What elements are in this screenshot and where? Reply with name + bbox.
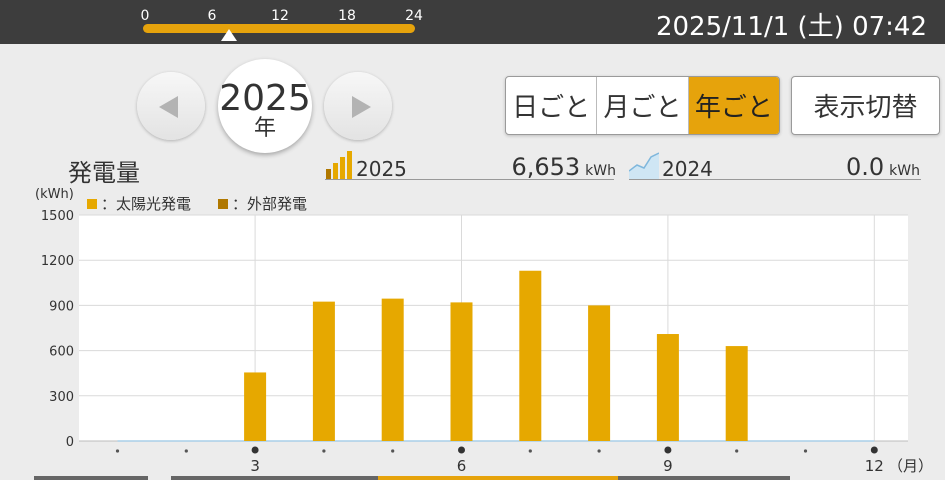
x-tick-dot: [251, 446, 259, 454]
compare-year-label: 2024: [662, 157, 713, 181]
generation-bar-chart: 0 300 600 900 1200 1500 3 6 9 12 （月）: [41, 209, 933, 475]
compare-year-total: 0.0 kWh: [760, 153, 920, 181]
x-tick-dot: [803, 449, 808, 453]
x-tick-dot: [870, 446, 878, 454]
next-year-button[interactable]: [324, 72, 392, 140]
page-title: 発電量: [68, 159, 140, 187]
bar-solar: [725, 346, 748, 441]
year-display: 2025 年: [218, 59, 312, 153]
x-tick-label: 12: [865, 457, 884, 475]
plot-area: [79, 215, 908, 441]
x-tick-dot: [735, 449, 739, 453]
right-arrow-icon: [352, 96, 371, 118]
x-tick-dot: [322, 449, 326, 453]
compare-year-value: 0.0: [846, 153, 885, 181]
bar-solar: [588, 305, 611, 441]
bar-solar: [519, 270, 542, 441]
x-axis-unit-label: （月）: [888, 457, 933, 475]
time-progress-track[interactable]: [143, 24, 415, 33]
time-tick-label: 18: [338, 8, 356, 24]
x-tick-label: 3: [250, 457, 260, 475]
bar-solar: [450, 302, 473, 441]
bar-solar: [381, 298, 404, 441]
year-number: 2025: [219, 78, 311, 119]
time-tick-label: 12: [271, 8, 289, 24]
bar-solar: [244, 372, 267, 441]
tab-monthly[interactable]: 月ごと: [597, 77, 689, 134]
current-datetime: 2025/11/1 (土) 07:42: [655, 12, 927, 42]
x-tick-label: 9: [663, 457, 673, 475]
y-tick-label: 600: [49, 345, 74, 360]
time-tick-label: 24: [405, 8, 423, 24]
previous-year-button[interactable]: [137, 72, 205, 140]
x-tick-dot: [528, 449, 532, 453]
bar-solar: [312, 301, 335, 441]
y-tick-label: 900: [49, 299, 74, 314]
y-tick-label: 1500: [41, 209, 74, 224]
x-tick-dot: [597, 449, 601, 453]
current-year-total: 6,653 kWh: [460, 153, 616, 181]
x-tick-dot: [664, 446, 672, 454]
year-unit: 年: [253, 116, 276, 141]
top-bar: 0 6 12 18 24 2025/11/1 (土) 07:42: [0, 0, 945, 44]
display-switch-button[interactable]: 表示切替: [791, 76, 940, 135]
y-tick-label: 1200: [41, 254, 74, 269]
left-arrow-icon: [159, 96, 178, 118]
y-tick-label: 0: [66, 435, 74, 450]
y-tick-label: 300: [49, 390, 74, 405]
x-tick-dot: [391, 449, 395, 453]
time-tick-label: 0: [140, 8, 150, 24]
unit-label: kWh: [889, 163, 920, 179]
bar-chart-icon: [326, 151, 352, 179]
x-tick-dot: [115, 449, 120, 453]
time-marker-icon[interactable]: [221, 29, 237, 41]
unit-label: kWh: [585, 163, 616, 179]
view-mode-tabs: 日ごと 月ごと 年ごと: [505, 76, 780, 135]
tab-daily[interactable]: 日ごと: [506, 77, 598, 134]
current-year-label: 2025: [356, 157, 407, 181]
x-tick-dot: [184, 449, 188, 453]
current-year-value: 6,653: [511, 153, 581, 181]
bar-solar: [656, 334, 679, 441]
tab-yearly[interactable]: 年ごと: [688, 77, 779, 134]
area-chart-icon: [629, 152, 659, 179]
time-tick-label: 6: [207, 8, 217, 24]
x-tick-label: 6: [457, 457, 467, 475]
bottom-strip: [0, 476, 945, 480]
x-tick-dot: [458, 446, 465, 454]
